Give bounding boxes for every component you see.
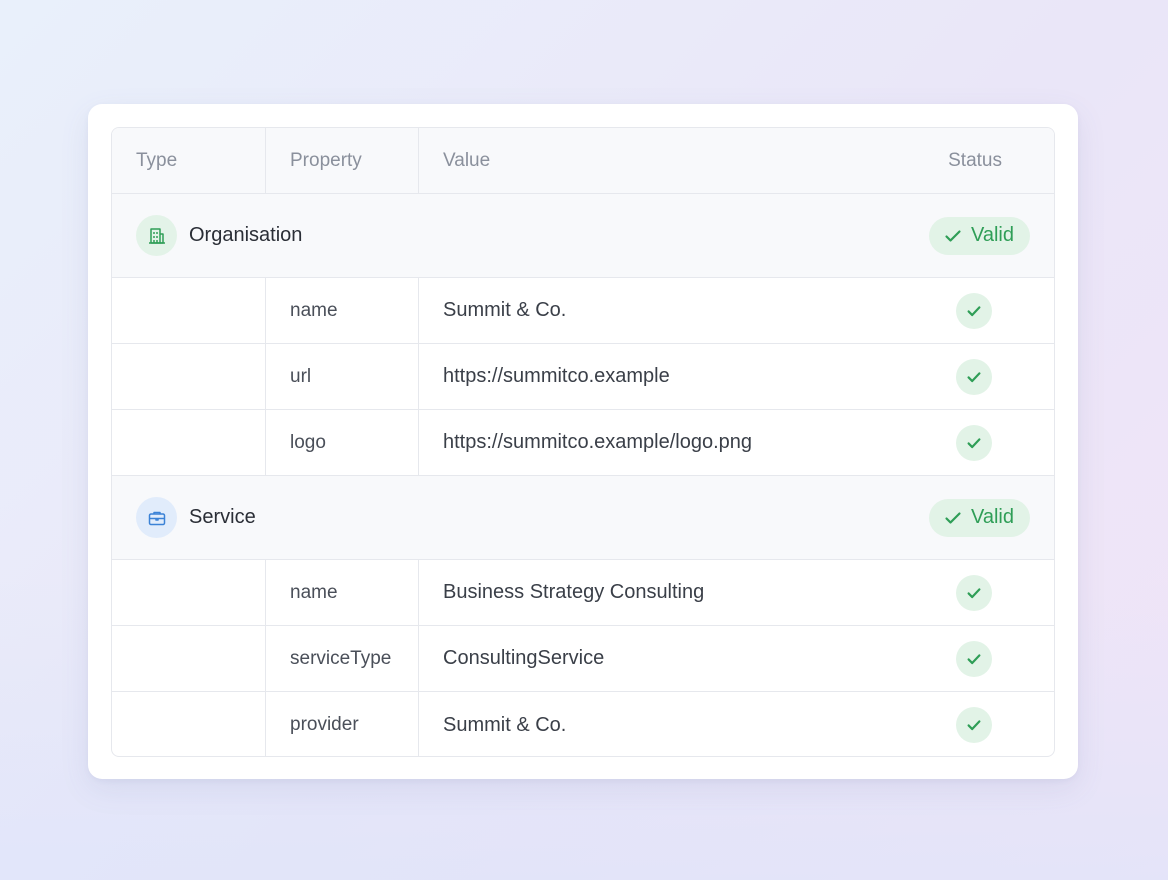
property-cell: logo: [266, 410, 419, 475]
value-cell: ConsultingService: [443, 647, 605, 669]
group-row-organisation[interactable]: Organisation Valid: [112, 194, 1054, 278]
value-cell: Summit & Co.: [443, 713, 567, 736]
property-cell: url: [266, 344, 419, 409]
validation-card: Type Property Value Status Organisation: [88, 104, 1078, 779]
property-cell: serviceType: [266, 626, 419, 691]
group-row-service[interactable]: Service Valid: [112, 476, 1054, 560]
column-header-value: Value: [443, 149, 491, 171]
briefcase-icon: [136, 497, 177, 538]
group-title: Organisation: [189, 224, 303, 246]
check-icon: [956, 707, 992, 743]
status-badge: Valid: [929, 498, 1030, 537]
property-cell: provider: [266, 692, 419, 756]
group-title: Service: [189, 506, 256, 528]
column-header-type: Type: [112, 128, 266, 193]
value-cell: Business Strategy Consulting: [443, 581, 705, 603]
column-header-status: Status: [948, 149, 1002, 171]
status-badge: Valid: [929, 216, 1030, 255]
check-icon: [956, 424, 992, 461]
check-icon: [956, 574, 992, 611]
property-cell: name: [266, 560, 419, 625]
check-icon: [956, 640, 992, 677]
check-icon: [945, 229, 961, 242]
status-badge-label: Valid: [971, 506, 1014, 528]
building-icon: [136, 215, 177, 256]
value-cell: https://summitco.example: [443, 365, 670, 387]
status-badge-label: Valid: [971, 224, 1014, 246]
table-row: serviceType ConsultingService: [112, 626, 1054, 692]
column-header-property: Property: [266, 128, 419, 193]
value-cell: Summit & Co.: [443, 299, 567, 321]
table-row: provider Summit & Co.: [112, 692, 1054, 756]
table-row: name Business Strategy Consulting: [112, 560, 1054, 626]
check-icon: [956, 358, 992, 395]
table-row: name Summit & Co.: [112, 278, 1054, 344]
property-cell: name: [266, 278, 419, 343]
structured-data-table: Type Property Value Status Organisation: [111, 127, 1055, 757]
check-icon: [945, 511, 961, 524]
table-row: url https://summitco.example: [112, 344, 1054, 410]
table-header: Type Property Value Status: [112, 128, 1054, 194]
check-icon: [956, 292, 992, 329]
value-cell: https://summitco.example/logo.png: [443, 431, 753, 453]
table-row: logo https://summitco.example/logo.png: [112, 410, 1054, 476]
